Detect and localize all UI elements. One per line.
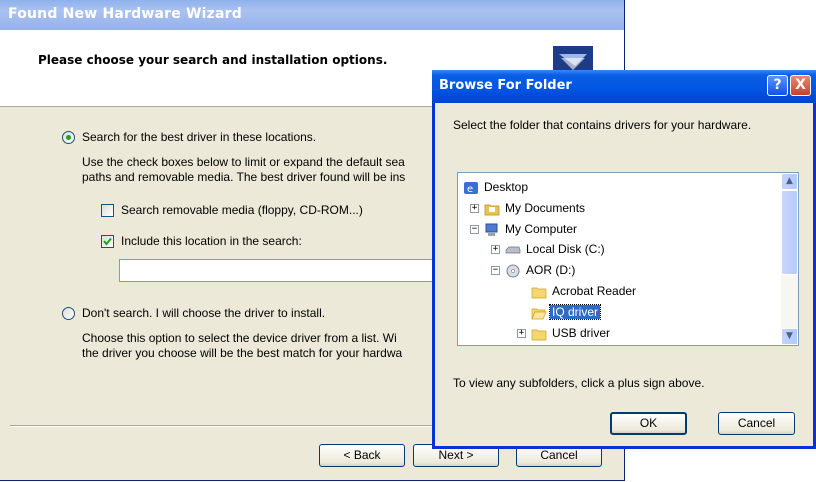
removable-media-checkbox[interactable] [101,204,114,217]
dont-search-description-line1: Choose this option to select the device … [82,331,397,345]
tree-item-my-computer[interactable]: My Computer [484,220,579,238]
browse-title-bar[interactable]: Browse For Folder ? X [432,70,816,103]
search-description-line2: paths and removable media. The best driv… [82,170,406,184]
folder-icon [531,327,547,341]
search-description-line1: Use the check boxes below to limit or ex… [82,155,405,169]
expand-usb-driver-icon[interactable]: + [517,329,526,338]
browse-cancel-button[interactable]: Cancel [718,412,795,435]
hard-disk-icon [505,243,521,257]
cd-drive-icon [505,264,521,278]
scroll-thumb[interactable] [781,190,798,275]
svg-text:e: e [467,184,473,195]
folder-tree[interactable]: e Desktop + My Documents − My Computer +… [457,172,799,346]
tree-vertical-scrollbar[interactable]: ▲ ▼ [781,173,798,345]
help-button[interactable]: ? [767,75,788,96]
search-best-driver-label[interactable]: Search for the best driver in these loca… [82,130,316,144]
wizard-heading: Please choose your search and installati… [38,53,388,67]
browse-title: Browse For Folder [439,78,572,93]
checkmark-icon [103,237,112,246]
back-button[interactable]: < Back [319,444,405,467]
expand-local-disk-icon[interactable]: + [491,245,500,254]
search-best-driver-radio[interactable] [62,131,75,144]
tree-item-local-disk[interactable]: Local Disk (C:) [505,240,607,258]
wizard-title: Found New Hardware Wizard [8,6,242,22]
tree-item-aor-drive[interactable]: AOR (D:) [505,261,577,279]
desktop-icon: e [463,181,479,195]
location-path-input[interactable] [119,259,449,282]
tree-item-acrobat-reader[interactable]: Acrobat Reader [531,282,638,300]
tree-item-usb-driver[interactable]: USB driver [531,324,612,342]
include-location-checkbox[interactable] [101,235,114,248]
scroll-up-icon[interactable]: ▲ [781,173,798,190]
close-button[interactable]: X [790,75,811,96]
tree-item-desktop[interactable]: e Desktop [463,178,530,196]
dont-search-radio[interactable] [62,307,75,320]
include-location-label[interactable]: Include this location in the search: [121,234,302,248]
dont-search-label[interactable]: Don't search. I will choose the driver t… [82,306,325,320]
subfolder-hint: To view any subfolders, click a plus sig… [453,376,705,390]
removable-media-label[interactable]: Search removable media (floppy, CD-ROM..… [121,203,363,217]
browse-instruction: Select the folder that contains drivers … [453,118,752,132]
my-documents-folder-icon [484,202,500,216]
my-computer-icon [484,223,500,237]
expand-my-documents-icon[interactable]: + [470,204,479,213]
dont-search-description-line2: the driver you choose will be the best m… [82,346,403,360]
open-folder-icon [531,306,547,320]
collapse-aor-icon[interactable]: − [491,266,500,275]
ok-button[interactable]: OK [610,412,687,435]
browse-for-folder-dialog: Browse For Folder ? X Select the folder … [432,70,816,449]
tree-item-my-documents[interactable]: My Documents [484,199,587,217]
collapse-my-computer-icon[interactable]: − [470,225,479,234]
tree-item-iq-driver[interactable]: IQ driver [531,303,602,321]
scroll-down-icon[interactable]: ▼ [781,328,798,345]
wizard-title-bar[interactable]: Found New Hardware Wizard [0,0,624,30]
folder-icon [531,285,547,299]
